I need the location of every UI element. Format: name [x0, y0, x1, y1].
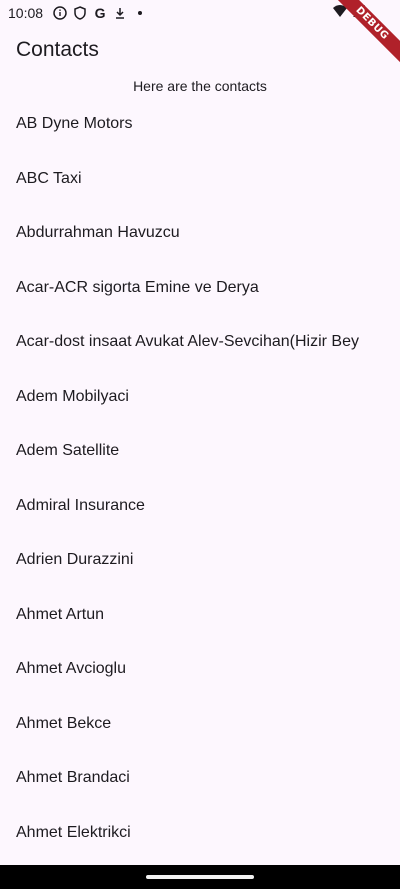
list-item[interactable]: Acar-dost insaat Avukat Alev-Sevcihan(Hi…: [0, 315, 400, 370]
navigation-bar: [0, 865, 400, 889]
status-time: 10:08: [8, 5, 44, 21]
shield-icon: [73, 6, 87, 20]
home-gesture-handle[interactable]: [146, 875, 254, 879]
list-item[interactable]: Abdurrahman Havuzcu: [0, 206, 400, 261]
list-item[interactable]: Ahmet Brandaci: [0, 751, 400, 806]
status-icons: G: [53, 5, 147, 21]
wifi-icon: [332, 4, 348, 21]
list-item[interactable]: ABC Taxi: [0, 152, 400, 207]
list-item[interactable]: Admiral Insurance: [0, 479, 400, 534]
contacts-list[interactable]: AB Dyne Motors ABC Taxi Abdurrahman Havu…: [0, 97, 400, 865]
status-right-icons: [332, 4, 366, 21]
status-bar: 10:08 G: [0, 0, 400, 26]
list-item[interactable]: Ahmet Avcioglu: [0, 642, 400, 697]
list-item[interactable]: Adrien Durazzini: [0, 533, 400, 588]
list-item[interactable]: Adem Satellite: [0, 424, 400, 479]
app-bar: Contacts: [0, 26, 400, 74]
list-item[interactable]: Adem Mobilyaci: [0, 370, 400, 425]
list-item[interactable]: Ahmet Elektrikci: [0, 806, 400, 861]
info-icon: [53, 6, 67, 20]
list-item[interactable]: Ahmet Artun: [0, 588, 400, 643]
google-icon: G: [94, 5, 106, 21]
list-item[interactable]: Acar-ACR sigorta Emine ve Derya: [0, 261, 400, 316]
list-item[interactable]: Ahmet Bekce: [0, 697, 400, 752]
dot-icon: [133, 6, 147, 20]
page-title: Contacts: [16, 38, 99, 61]
download-icon: [113, 6, 127, 20]
list-item[interactable]: AB Dyne Motors: [0, 97, 400, 152]
contacts-subtitle: Here are the contacts: [133, 78, 267, 94]
signal-icon: [352, 4, 366, 21]
